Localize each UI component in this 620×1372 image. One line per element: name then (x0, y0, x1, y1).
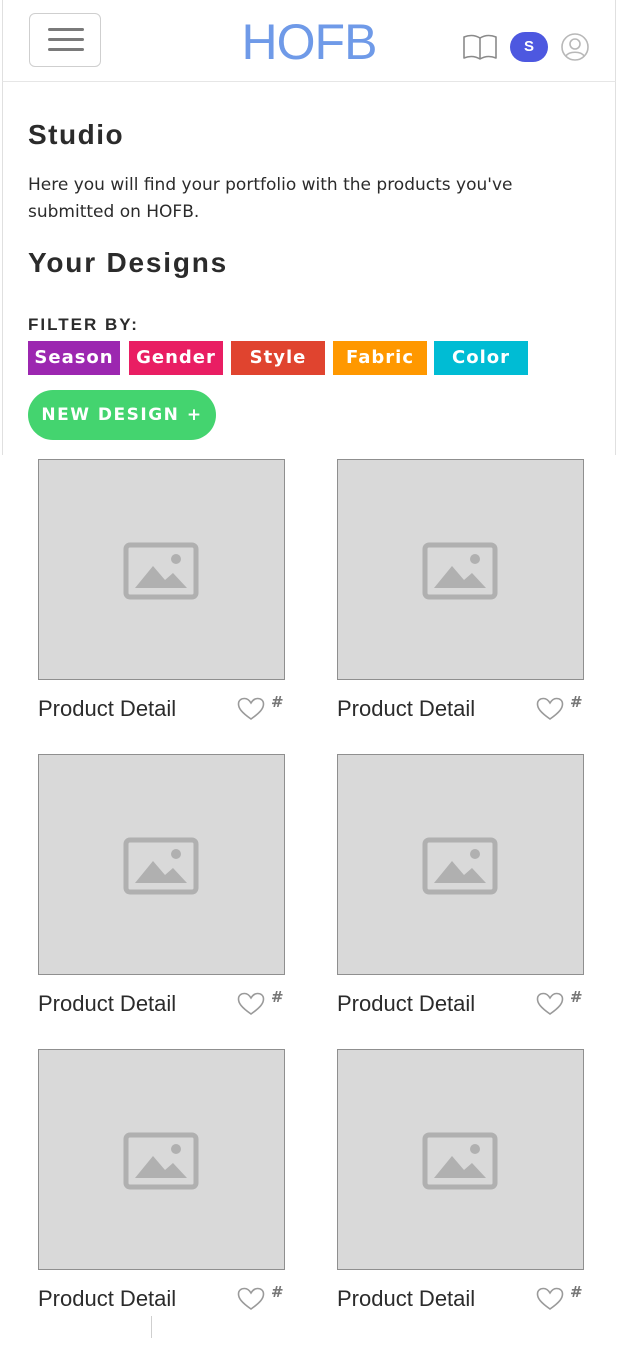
product-detail-label[interactable]: Product Detail (337, 1285, 475, 1313)
like-count: # (271, 1283, 284, 1301)
heart-icon[interactable] (237, 992, 265, 1016)
product-image-placeholder[interactable] (337, 459, 584, 680)
like-count: # (570, 1283, 583, 1301)
filter-style-button[interactable]: Style (231, 341, 325, 375)
filter-label: FILTER BY: (28, 315, 139, 334)
product-card[interactable]: Product Detail # (337, 1049, 587, 1339)
heart-icon[interactable] (536, 1287, 564, 1311)
product-image-placeholder[interactable] (38, 1049, 285, 1270)
divider (151, 1316, 152, 1338)
studio-page: HOFB S Studio Here you will find your po… (0, 0, 620, 1372)
filter-gender-button[interactable]: Gender (129, 341, 223, 375)
image-placeholder-icon (422, 837, 498, 895)
image-placeholder-icon (422, 1132, 498, 1190)
image-placeholder-icon (123, 542, 199, 600)
book-icon[interactable] (462, 32, 498, 62)
product-detail-label[interactable]: Product Detail (38, 1285, 176, 1313)
heart-icon[interactable] (536, 697, 564, 721)
page-title: Studio (28, 119, 125, 150)
like-count: # (271, 693, 284, 711)
section-title: Your Designs (28, 247, 229, 278)
filter-fabric-button[interactable]: Fabric (333, 341, 427, 375)
heart-icon[interactable] (536, 992, 564, 1016)
product-card[interactable]: Product Detail # (38, 459, 288, 749)
product-card[interactable]: Product Detail # (337, 459, 587, 749)
heart-icon[interactable] (237, 1287, 265, 1311)
product-detail-label[interactable]: Product Detail (38, 695, 176, 723)
filter-season-button[interactable]: Season (28, 341, 120, 375)
image-placeholder-icon (123, 837, 199, 895)
heart-icon[interactable] (237, 697, 265, 721)
like-count: # (271, 988, 284, 1006)
like-count: # (570, 693, 583, 711)
new-design-button[interactable]: NEW DESIGN + (28, 390, 216, 440)
page-intro: Here you will find your portfolio with t… (28, 175, 513, 222)
product-image-placeholder[interactable] (337, 754, 584, 975)
image-placeholder-icon (123, 1132, 199, 1190)
studio-content: Studio Here you will find your portfolio… (2, 82, 616, 455)
product-image-placeholder[interactable] (38, 754, 285, 975)
product-card[interactable]: Product Detail # (38, 1049, 288, 1339)
user-profile-icon[interactable] (560, 32, 590, 62)
user-avatar[interactable]: S (510, 32, 548, 62)
product-detail-label[interactable]: Product Detail (337, 990, 475, 1018)
product-detail-label[interactable]: Product Detail (337, 695, 475, 723)
product-image-placeholder[interactable] (337, 1049, 584, 1270)
image-placeholder-icon (422, 542, 498, 600)
product-image-placeholder[interactable] (38, 459, 285, 680)
product-card[interactable]: Product Detail # (337, 754, 587, 1044)
product-detail-label[interactable]: Product Detail (38, 990, 176, 1018)
filter-color-button[interactable]: Color (434, 341, 528, 375)
top-navbar: HOFB S (2, 0, 616, 82)
product-card[interactable]: Product Detail # (38, 754, 288, 1044)
like-count: # (570, 988, 583, 1006)
